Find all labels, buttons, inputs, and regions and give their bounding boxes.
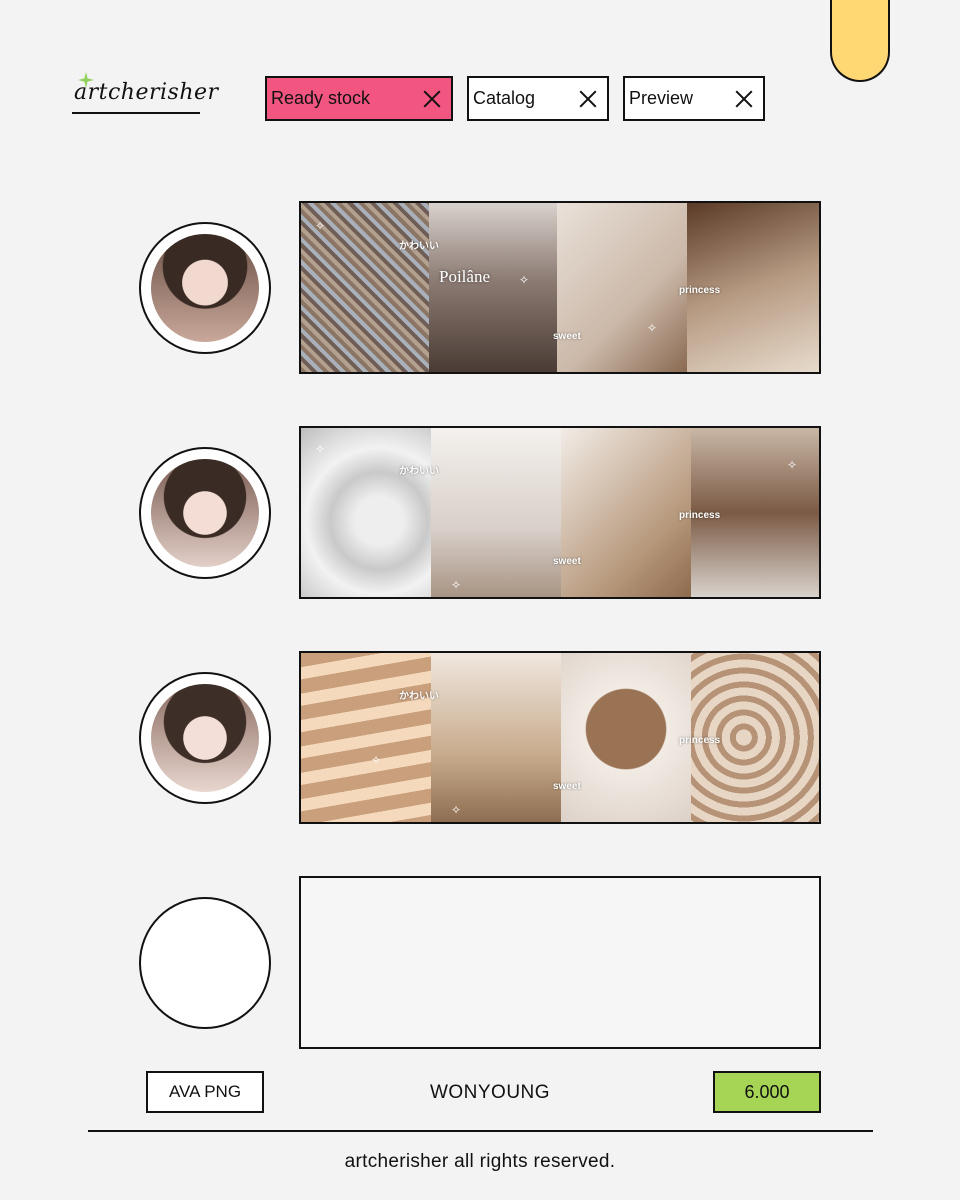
banner-overlay-label: かわいい [399, 241, 439, 252]
sparkle-icon: ✧ [519, 273, 530, 287]
banner-overlay-label: princess [679, 285, 721, 296]
banner-overlay-label: sweet [553, 331, 581, 342]
banner-panel-basket [431, 428, 561, 597]
banner-overlay-label: sweet [553, 781, 581, 792]
sparkle-icon: ✧ [315, 219, 326, 233]
avatar-photo [151, 459, 259, 567]
brand-logo[interactable]: artcherisher [72, 72, 218, 116]
banner-panel-cafe [429, 203, 557, 372]
avatar-photo [151, 684, 259, 792]
logo-text: artcherisher [74, 80, 219, 105]
banner-overlay-label: princess [679, 510, 721, 521]
close-icon[interactable] [735, 90, 753, 108]
tab-label: Catalog [473, 88, 536, 108]
avatar-3[interactable] [139, 672, 271, 804]
logo-underline [72, 112, 200, 114]
product-type-text: AVA PNG [168, 1082, 242, 1101]
corner-tab-decoration [830, 0, 890, 82]
price-badge: 6.000 [713, 1071, 821, 1113]
footer-text: artcherisher all rights reserved. [344, 1151, 616, 1172]
banner-overlay-label: princess [679, 735, 721, 746]
sparkle-icon: ✧ [787, 458, 798, 472]
banner-overlay-label: sweet [553, 556, 581, 567]
close-icon[interactable] [423, 90, 441, 108]
tab-catalog[interactable]: Catalog [467, 76, 609, 121]
banner-overlay-label: かわいい [399, 691, 439, 702]
price-text: 6.000 [744, 1081, 790, 1102]
sparkle-icon: ✧ [371, 753, 382, 767]
tab-preview[interactable]: Preview [623, 76, 765, 121]
header-banner-3[interactable]: かわいい princess sweet ✧ ✧ [299, 651, 821, 824]
tab-ready-stock[interactable]: Ready stock [265, 76, 453, 121]
product-type-label: AVA PNG [146, 1071, 264, 1113]
header-banner-2[interactable]: かわいい princess sweet ✧ ✧ ✧ [299, 426, 821, 599]
banner-panel-teddy [561, 653, 691, 822]
avatar-2[interactable] [139, 447, 271, 579]
avatar-photo [151, 234, 259, 342]
sparkle-icon: ✧ [451, 803, 462, 817]
banner-panel-comb [557, 203, 687, 372]
close-icon[interactable] [579, 90, 597, 108]
sparkle-icon: ✧ [315, 442, 326, 456]
banner-panel-floor [301, 653, 431, 822]
avatar-1[interactable] [139, 222, 271, 354]
product-name: WONYOUNG [429, 1082, 551, 1103]
tab-label: Ready stock [271, 88, 371, 108]
page: artcherisher Ready stock Catalog Preview… [0, 0, 960, 1200]
avatar-placeholder[interactable] [139, 897, 271, 1029]
banner-panel-hamper [431, 653, 561, 822]
sparkle-icon: ✧ [647, 321, 658, 335]
footer-divider [88, 1130, 873, 1132]
header-banner-placeholder[interactable] [299, 876, 821, 1049]
banner-panel-chair [561, 428, 691, 597]
tab-label: Preview [629, 88, 694, 108]
banner-overlay-title: Poilâne [439, 267, 490, 286]
sparkle-icon: ✧ [451, 578, 462, 592]
banner-overlay-label: かわいい [399, 466, 439, 477]
header-banner-1[interactable]: Poilâne かわいい princess sweet ✧ ✧ ✧ [299, 201, 821, 374]
